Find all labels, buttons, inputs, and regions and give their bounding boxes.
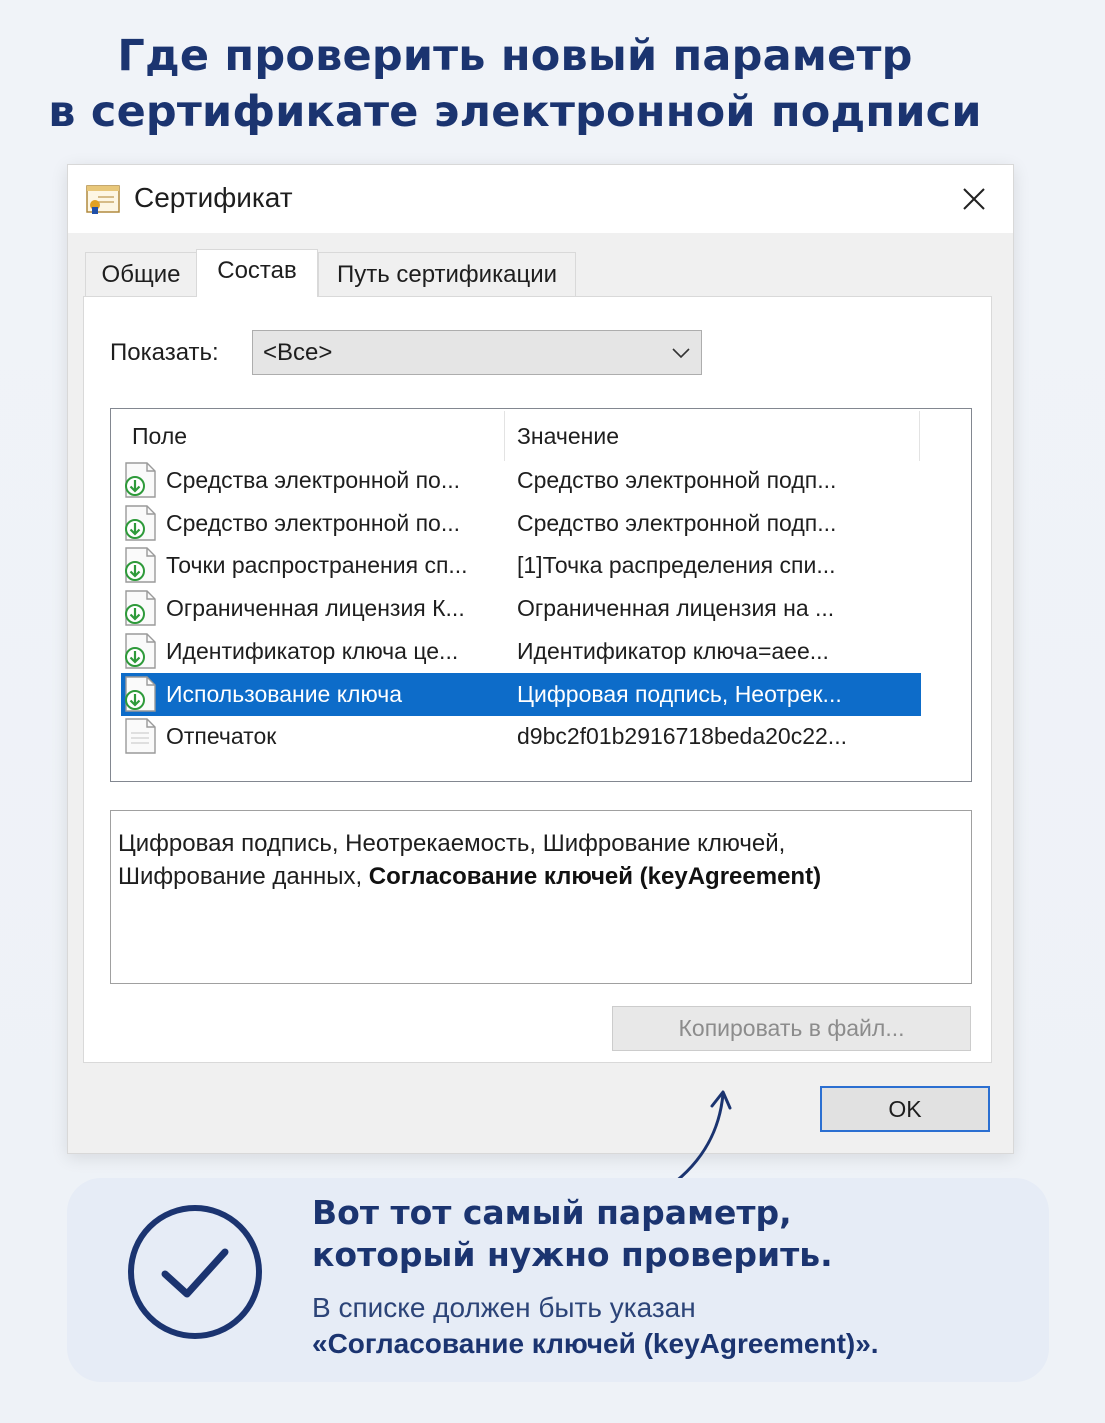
show-select-value: <Все> — [263, 339, 333, 366]
table-row[interactable]: Ограниченная лицензия К... Ограниченная л… — [121, 587, 921, 630]
row-value: Ограниченная лицензия на ... — [517, 595, 835, 622]
table-row[interactable]: Отпечаток d9bc2f01b2916718beda20c22... — [121, 715, 921, 758]
row-value: Идентификатор ключа=aee... — [517, 637, 829, 664]
callout-title-line-2: который нужно проверить. — [312, 1235, 833, 1274]
row-field: Средство электронной по... — [166, 509, 461, 536]
ok-button[interactable]: OK — [820, 1086, 990, 1132]
extension-icon — [123, 632, 159, 675]
tab-certification-path[interactable]: Путь сертификации — [318, 252, 576, 296]
document-icon — [123, 717, 159, 760]
callout-title: Вот тот самый параметр, который нужно пр… — [312, 1192, 833, 1276]
column-separator[interactable] — [919, 411, 920, 461]
chevron-down-icon — [671, 343, 691, 368]
table-row[interactable]: Точки распространения сп... [1]Точка расп… — [121, 544, 921, 587]
extension-icon — [123, 675, 159, 718]
details-panel: Показать: <Все> Поле Значение Средства э… — [83, 296, 992, 1063]
copy-to-file-button[interactable]: Копировать в файл... — [612, 1006, 971, 1051]
callout-subtitle: В списке должен быть указан — [312, 1292, 696, 1323]
callout-title-line-1: Вот тот самый параметр, — [312, 1193, 792, 1232]
pointer-arrow-icon — [668, 1090, 732, 1188]
row-value: d9bc2f01b2916718beda20c22... — [517, 723, 847, 750]
row-value: Средство электронной подп... — [517, 509, 837, 536]
close-button[interactable] — [948, 173, 1000, 225]
extension-icon — [123, 546, 159, 589]
column-separator[interactable] — [504, 411, 505, 461]
details-plain: Шифрование данных, — [118, 863, 369, 890]
row-field: Ограниченная лицензия К... — [166, 595, 465, 622]
headline-line-2: в сертификате электронной подписи — [48, 87, 982, 137]
show-label: Показать: — [110, 339, 219, 366]
column-header-value[interactable]: Значение — [517, 423, 619, 450]
certificate-dialog: Сертификат Общие Состав Путь сертификаци… — [67, 164, 1014, 1154]
close-icon — [963, 188, 985, 210]
row-field: Точки распространения сп... — [166, 552, 468, 579]
column-header-field[interactable]: Поле — [132, 423, 187, 450]
row-value: Цифровая подпись, Неотрек... — [517, 680, 842, 707]
extension-icon — [123, 504, 159, 547]
dialog-title: Сертификат — [134, 182, 293, 213]
callout-emphasis: «Согласование ключей (keyAgreement)». — [312, 1328, 879, 1359]
headline-line-1: Где проверить новый параметр — [117, 31, 913, 81]
page-headline: Где проверить новый параметр в сертифика… — [0, 28, 1030, 140]
details-line-1: Цифровая подпись, Неотрекаемость, Шифров… — [118, 830, 786, 857]
tab-details[interactable]: Состав — [196, 249, 318, 297]
details-line-2: Шифрование данных, Согласование ключей (… — [118, 860, 964, 893]
extension-icon — [123, 589, 159, 632]
row-field: Средства электронной по... — [166, 467, 461, 493]
field-value-box[interactable]: Цифровая подпись, Неотрекаемость, Шифров… — [110, 810, 972, 984]
row-field: Использование ключа — [166, 680, 402, 707]
row-value: [1]Точка распределения спи... — [517, 552, 836, 579]
details-highlight: Согласование ключей (keyAgreement) — [368, 863, 822, 890]
callout-box: Вот тот самый параметр, который нужно пр… — [67, 1178, 1049, 1382]
check-circle-icon — [125, 1202, 265, 1347]
certificate-icon — [86, 185, 120, 220]
row-field: Идентификатор ключа це... — [166, 637, 459, 664]
show-select[interactable]: <Все> — [252, 330, 702, 375]
table-row[interactable]: Использование ключа Цифровая подпись, Нео… — [121, 672, 921, 718]
tab-general[interactable]: Общие — [85, 252, 197, 296]
row-value: Средство электронной подп... — [517, 467, 837, 493]
table-row[interactable]: Идентификатор ключа це... Идентификатор к… — [121, 630, 921, 673]
table-row[interactable]: Средство электронной по... Средство элект… — [121, 502, 921, 545]
title-bar: Сертификат — [68, 165, 1013, 233]
table-row[interactable]: Средства электронной по... Средство элект… — [121, 459, 921, 502]
row-field: Отпечаток — [166, 723, 277, 750]
fields-list[interactable]: Поле Значение Средства электронной по...… — [110, 408, 972, 782]
extension-icon — [123, 461, 159, 504]
